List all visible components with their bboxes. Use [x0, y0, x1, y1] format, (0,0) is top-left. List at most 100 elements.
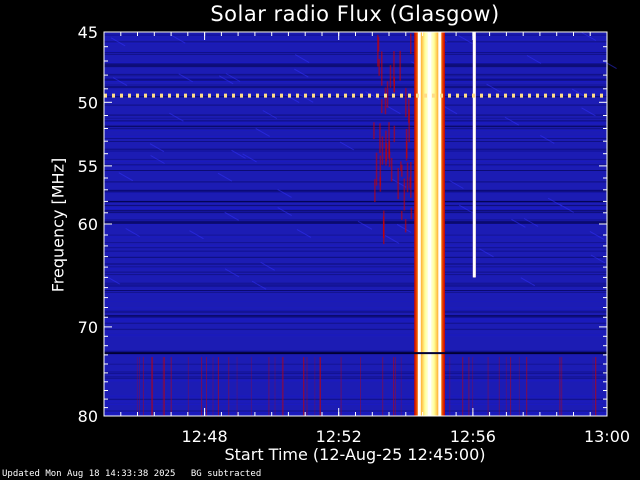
- bg-subtracted-note: BG subtracted: [190, 469, 262, 479]
- texture-streak: [104, 256, 607, 258]
- burst-core: [417, 32, 421, 416]
- texture-streak: [104, 398, 607, 400]
- texture-streak: [104, 91, 607, 93]
- texture-streak: [104, 285, 607, 287]
- texture-streak: [104, 221, 607, 222]
- texture-streak: [104, 410, 607, 412]
- texture-streak: [104, 403, 607, 405]
- texture-streak: [104, 319, 607, 320]
- texture-streak: [104, 201, 607, 203]
- texture-streak: [104, 266, 607, 268]
- texture-speckle: [375, 152, 378, 186]
- texture-streak: [104, 315, 607, 317]
- texture-speckle: [399, 50, 401, 81]
- texture-streak: [104, 322, 607, 324]
- texture-streak: [104, 53, 607, 55]
- burst-core: [472, 32, 476, 278]
- texture-streak: [104, 79, 607, 81]
- y-tick-label: 60: [78, 215, 98, 234]
- texture-streak: [104, 165, 607, 167]
- texture-streak: [104, 263, 607, 265]
- burst-core: [428, 32, 432, 416]
- texture-speckle: [383, 221, 385, 245]
- texture-speckle: [389, 65, 392, 88]
- texture-streak: [104, 78, 607, 80]
- texture-streak: [104, 245, 607, 247]
- texture-streak: [104, 310, 607, 312]
- texture-speckle: [405, 129, 408, 161]
- texture-streak: [104, 380, 607, 382]
- texture-streak: [104, 135, 607, 137]
- texture-streak: [104, 320, 607, 322]
- spectrogram-chart: 455055607080 12:48 12:52 12:56 13:00: [78, 23, 630, 446]
- texture-streak: [104, 247, 607, 249]
- burst-event: [472, 32, 476, 278]
- texture-streak: [104, 321, 607, 323]
- texture-speckle: [385, 130, 387, 166]
- texture-streak: [104, 141, 607, 142]
- texture-streak: [104, 138, 607, 139]
- texture-streak: [104, 250, 607, 252]
- y-axis-label: Frequency [MHz]: [48, 157, 68, 293]
- texture-streak: [104, 334, 607, 336]
- texture-speckle: [374, 179, 376, 202]
- y-tick-label: 70: [78, 318, 98, 337]
- texture-speckle: [401, 210, 403, 220]
- texture-streak: [104, 114, 607, 116]
- texture-streak: [104, 274, 607, 276]
- texture-speckle: [408, 99, 410, 123]
- texture-streak: [104, 234, 607, 236]
- updated-timestamp: Updated Mon Aug 18 14:33:38 2025: [2, 469, 176, 479]
- texture-streak: [104, 96, 607, 98]
- texture-streak: [104, 192, 607, 194]
- texture-speckle: [386, 81, 389, 108]
- texture-speckle: [403, 178, 406, 211]
- texture-streak: [104, 128, 607, 130]
- texture-streak: [104, 373, 607, 375]
- texture-speckle: [409, 177, 411, 189]
- y-tick-label: 55: [78, 157, 98, 176]
- texture-streak: [104, 291, 607, 293]
- texture-streak: [104, 271, 607, 273]
- texture-streak: [104, 290, 607, 291]
- x-axis-label: Start Time (12-Aug-25 12:45:00): [224, 445, 486, 464]
- texture-speckle: [400, 161, 402, 172]
- texture-streak: [104, 376, 607, 378]
- texture-speckle: [379, 155, 382, 192]
- texture-streak: [104, 210, 607, 212]
- texture-streak: [104, 148, 607, 150]
- texture-streak: [104, 400, 607, 402]
- texture-speckle: [379, 123, 381, 154]
- texture-speckle: [388, 122, 390, 159]
- texture-streak: [104, 328, 607, 330]
- texture-streak: [104, 377, 607, 379]
- texture-speckle: [373, 122, 375, 140]
- texture-streak: [104, 395, 607, 397]
- texture-streak: [104, 121, 607, 123]
- texture-streak: [104, 130, 607, 132]
- texture-streak: [104, 202, 607, 204]
- texture-streak: [104, 151, 607, 152]
- texture-streak: [104, 93, 607, 95]
- texture-streak: [104, 208, 607, 210]
- texture-streak: [104, 284, 607, 286]
- texture-speckle: [393, 80, 395, 93]
- texture-streak: [104, 363, 607, 365]
- texture-speckle: [393, 125, 396, 143]
- texture-streak: [104, 212, 607, 214]
- footer: Updated Mon Aug 18 14:33:38 2025 BG subt…: [2, 469, 271, 479]
- texture-streak: [104, 80, 607, 82]
- texture-streak: [104, 311, 607, 313]
- texture-speckle: [377, 37, 380, 52]
- texture-streak: [104, 301, 607, 303]
- texture-streak: [104, 84, 607, 86]
- texture-speckle: [410, 207, 413, 220]
- texture-streak: [104, 205, 607, 207]
- chart-title: Solar radio Flux (Glasgow): [210, 2, 500, 26]
- texture-streak: [104, 51, 607, 53]
- texture-speckle: [390, 158, 393, 182]
- texture-streak: [104, 335, 607, 337]
- texture-streak: [104, 66, 607, 68]
- texture-speckle: [410, 33, 412, 54]
- texture-streak: [104, 126, 607, 128]
